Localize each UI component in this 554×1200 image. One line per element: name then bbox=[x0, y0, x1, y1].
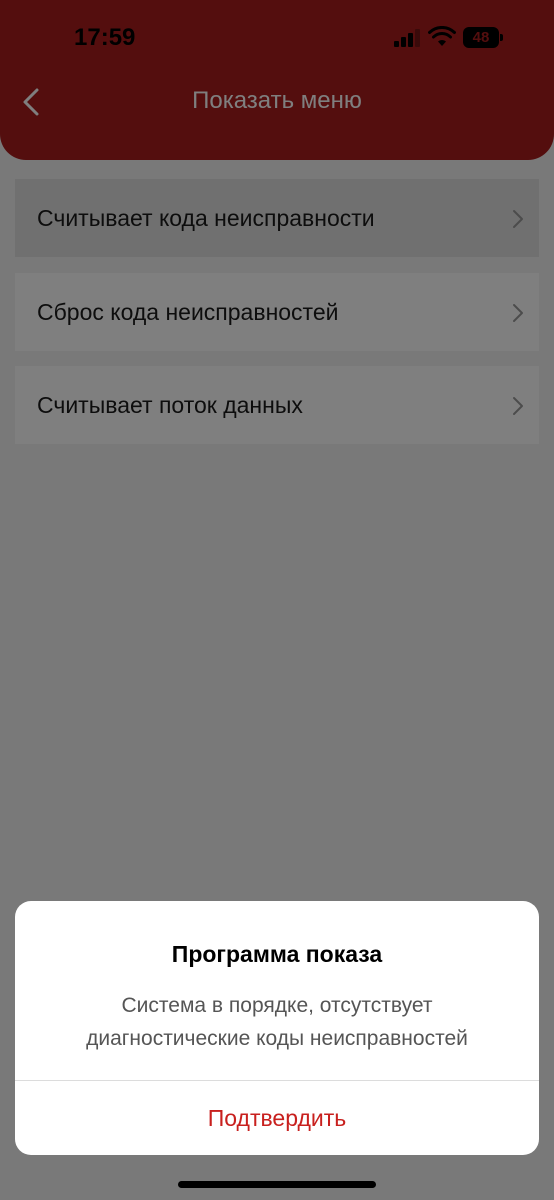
home-indicator[interactable] bbox=[178, 1181, 376, 1188]
screen: 17:59 48 Показать меню Считывает кода не bbox=[0, 0, 554, 1200]
confirm-button[interactable]: Подтвердить bbox=[15, 1081, 539, 1155]
dialog-message: Система в порядке, отсутствует диагности… bbox=[86, 994, 468, 1050]
alert-dialog: Программа показа Система в порядке, отсу… bbox=[15, 901, 539, 1155]
dialog-title: Программа показа bbox=[171, 941, 383, 967]
